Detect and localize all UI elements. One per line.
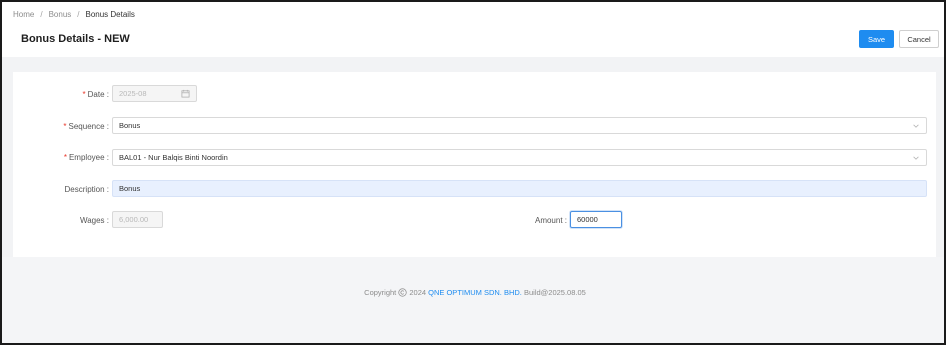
amount-value: 60000 — [577, 215, 598, 224]
copyright-icon — [398, 288, 407, 297]
save-button[interactable]: Save — [859, 30, 894, 48]
wages-label: Wages : — [79, 216, 109, 225]
breadcrumb-bonus[interactable]: Bonus — [49, 10, 72, 19]
employee-select[interactable]: BAL01 - Nur Balqis Binti Noordin — [112, 149, 927, 166]
calendar-icon — [181, 89, 190, 98]
copyright-prefix: Copyright — [364, 288, 397, 297]
wages-field: 6,000.00 — [112, 211, 163, 228]
date-field[interactable]: 2025-08 — [112, 85, 197, 102]
page-header: Home / Bonus / Bonus Details Bonus Details -… — [2, 2, 944, 57]
description-label: Description : — [64, 185, 109, 194]
breadcrumb-separator: / — [77, 10, 80, 19]
required-marker: * — [82, 90, 86, 99]
chevron-down-icon — [913, 156, 919, 160]
app-frame: Home / Bonus / Bonus Details Bonus Details -… — [0, 0, 946, 345]
date-label: * Date : — [82, 90, 109, 99]
required-marker: * — [63, 153, 67, 162]
amount-input[interactable]: 60000 — [570, 211, 622, 228]
left-gutter — [2, 72, 13, 257]
date-value: 2025-08 — [119, 89, 147, 98]
amount-label: Amount : — [534, 216, 567, 225]
copyright-text: Copyright 2024 QNE OPTIMUM SDN. BHD. Bui… — [2, 288, 944, 297]
wages-value: 6,000.00 — [119, 215, 149, 224]
breadcrumb-home[interactable]: Home — [13, 10, 34, 19]
breadcrumb: Home / Bonus / Bonus Details — [13, 10, 135, 19]
cancel-button[interactable]: Cancel — [899, 30, 939, 48]
header-divider — [2, 57, 944, 72]
copyright-year: 2024 — [409, 288, 427, 297]
sequence-label: * Sequence : — [63, 122, 109, 131]
employee-value: BAL01 - Nur Balqis Binti Noordin — [119, 153, 228, 162]
sequence-select[interactable]: Bonus — [112, 117, 927, 134]
employee-label: * Employee : — [63, 153, 109, 162]
breadcrumb-separator: / — [40, 10, 43, 19]
breadcrumb-current: Bonus Details — [85, 10, 135, 19]
company-link[interactable]: QNE OPTIMUM SDN. BHD. — [428, 288, 522, 297]
footer — [2, 257, 944, 343]
description-value: Bonus — [119, 184, 141, 193]
build-version: Build@2025.08.05 — [524, 288, 586, 297]
required-marker: * — [63, 122, 67, 131]
page-title: Bonus Details - NEW — [21, 33, 130, 45]
right-gutter — [936, 72, 944, 257]
description-input[interactable]: Bonus — [112, 180, 927, 197]
chevron-down-icon — [913, 124, 919, 128]
form-card: * Date : 2025-08 * Sequence : Bonus * Emplo… — [13, 72, 936, 257]
sequence-value: Bonus — [119, 121, 141, 130]
